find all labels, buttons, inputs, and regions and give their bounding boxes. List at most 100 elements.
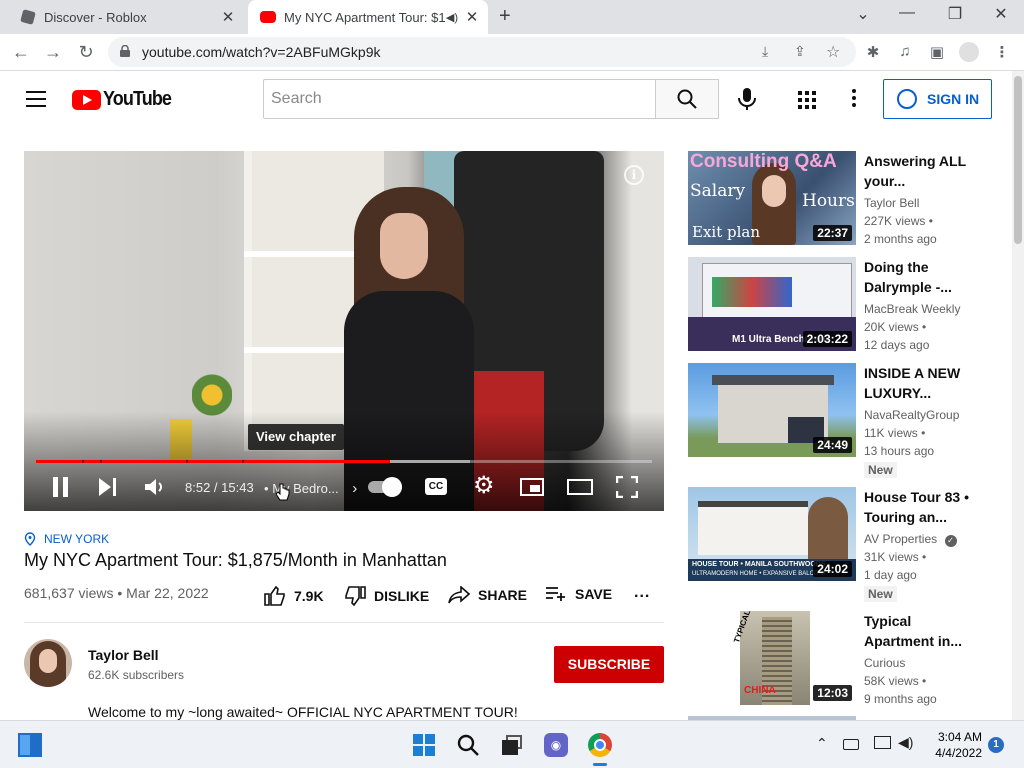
- close-tab-icon[interactable]: ✕: [218, 8, 238, 26]
- close-window-icon[interactable]: ✕: [986, 4, 1016, 24]
- extensions-icon[interactable]: ✱: [864, 43, 882, 61]
- microphone-icon[interactable]: [736, 87, 758, 111]
- recommendation-title[interactable]: Answering ALL your...: [864, 151, 984, 191]
- save-label: SAVE: [575, 586, 613, 602]
- video-duration: 24:49: [813, 437, 852, 453]
- notification-badge[interactable]: 1: [988, 737, 1004, 753]
- forward-icon[interactable]: →: [42, 42, 64, 63]
- browser-tab-strip: Discover - Roblox ✕ My NYC Apartment Tou…: [0, 0, 1024, 34]
- recommendation-item[interactable]: 24:49 INSIDE A NEW LUXURY... NavaRealtyG…: [688, 363, 1004, 478]
- chrome-center-icon: [594, 739, 606, 751]
- system-clock[interactable]: 3:04 AM 4/4/2022: [922, 729, 982, 761]
- close-tab-icon[interactable]: ✕: [462, 8, 482, 26]
- side-panel-icon[interactable]: ▣: [928, 43, 946, 61]
- address-bar[interactable]: youtube.com/watch?v=2ABFuMGkp9k ⤓ ⇪ ☆: [108, 37, 856, 67]
- video-thumbnail[interactable]: Consulting Q&A Salary Hours Exit plan 22…: [688, 151, 856, 245]
- video-thumbnail[interactable]: M1 Ultra Benchmark 2:03:22: [688, 257, 856, 351]
- share-icon[interactable]: ⇪: [794, 43, 806, 60]
- recommendation-age: 12 days ago: [864, 338, 930, 352]
- chrome-menu-icon[interactable]: ⋮: [993, 43, 1011, 61]
- reload-icon[interactable]: ↻: [75, 42, 97, 63]
- fullscreen-icon[interactable]: [616, 476, 638, 498]
- sign-in-button[interactable]: SIGN IN: [883, 79, 992, 119]
- scrollbar-thumb[interactable]: [1014, 76, 1022, 244]
- youtube-logo[interactable]: YouTube: [72, 88, 179, 111]
- thumbnail-text: HOUSE TOUR • MANILA SOUTHWOODS: [692, 561, 826, 568]
- thumbs-down-icon: [345, 586, 366, 606]
- recommendation-title[interactable]: Typical Apartment in...: [864, 611, 984, 651]
- recommendation-title[interactable]: House Tour 83 • Touring an...: [864, 487, 984, 527]
- widgets-icon[interactable]: [18, 733, 42, 757]
- apps-grid-icon[interactable]: [798, 91, 816, 109]
- recommendation-item[interactable]: Consulting Q&A Salary Hours Exit plan 22…: [688, 151, 1004, 246]
- install-app-icon[interactable]: ⤓: [762, 43, 768, 60]
- roblox-favicon-icon: [20, 9, 36, 25]
- recommendation-title[interactable]: Doing the Dalrymple -...: [864, 257, 984, 297]
- search-icon[interactable]: [456, 733, 480, 757]
- hamburger-menu-icon[interactable]: [26, 91, 46, 107]
- progress-bar[interactable]: [36, 460, 652, 463]
- channel-avatar[interactable]: [24, 639, 72, 687]
- show-hidden-icons-chevron-icon[interactable]: ⌃: [816, 735, 828, 752]
- minimize-icon[interactable]: —: [892, 4, 922, 22]
- youtube-favicon-icon: [260, 11, 276, 23]
- search-button[interactable]: [655, 79, 719, 119]
- search-icon: [677, 89, 697, 109]
- like-button[interactable]: 7.9K: [264, 586, 324, 606]
- next-icon[interactable]: [98, 478, 118, 496]
- windows-start-icon[interactable]: [412, 733, 436, 757]
- video-thumbnail[interactable]: HOUSE TOUR • MANILA SOUTHWOODS ULTRAMODE…: [688, 487, 856, 581]
- volume-icon[interactable]: [144, 477, 166, 497]
- video-thumbnail[interactable]: 24:49: [688, 363, 856, 457]
- save-button[interactable]: SAVE: [545, 586, 612, 602]
- location-link[interactable]: NEW YORK: [24, 532, 109, 546]
- info-icon[interactable]: i: [624, 165, 644, 185]
- theater-mode-icon[interactable]: [567, 479, 593, 495]
- new-tab-button[interactable]: +: [499, 5, 511, 28]
- video-duration: 22:37: [813, 225, 852, 241]
- keyboard-icon[interactable]: [843, 739, 859, 750]
- channel-name[interactable]: Taylor Bell: [88, 647, 159, 663]
- video-thumbnail[interactable]: TYPICAL APARTMENT IN CHINA 12:03: [688, 611, 856, 705]
- tab-youtube[interactable]: My NYC Apartment Tour: $1 ◀) ✕: [248, 0, 488, 34]
- pause-icon[interactable]: [52, 477, 70, 497]
- share-button[interactable]: SHARE: [448, 586, 527, 604]
- miniplayer-icon[interactable]: [520, 478, 544, 496]
- media-control-icon[interactable]: ♫: [896, 43, 914, 61]
- new-badge: New: [864, 586, 897, 602]
- speaker-icon[interactable]: ◀): [898, 734, 913, 751]
- dislike-button[interactable]: DISLIKE: [344, 586, 429, 606]
- settings-gear-icon[interactable]: ⚙: [473, 471, 495, 500]
- task-view-icon[interactable]: [500, 733, 524, 757]
- recommendation-item[interactable]: TYPICAL APARTMENT IN CHINA 12:03 Typical…: [688, 611, 1004, 706]
- subscribe-button[interactable]: SUBSCRIBE: [554, 646, 664, 683]
- cursor-pointer-icon: [276, 483, 290, 501]
- task-view-front-icon: [502, 740, 518, 755]
- profile-avatar-icon[interactable]: [959, 42, 979, 62]
- recommendation-channel: Curious: [864, 656, 906, 670]
- restore-icon[interactable]: ❐: [940, 4, 970, 24]
- recommendation-title[interactable]: INSIDE A NEW LUXURY...: [864, 363, 984, 403]
- more-actions-button[interactable]: ...: [634, 584, 650, 602]
- search-input[interactable]: Search: [263, 79, 656, 119]
- recommendation-item[interactable]: HOUSE TOUR • MANILA SOUTHWOODS ULTRAMODE…: [688, 487, 1004, 602]
- autoplay-toggle[interactable]: [368, 477, 402, 497]
- network-icon[interactable]: [874, 736, 891, 749]
- tab-roblox[interactable]: Discover - Roblox ✕: [8, 0, 244, 34]
- recommendation-item[interactable]: M1 Ultra Benchmark 2:03:22 Doing the Dal…: [688, 257, 1004, 352]
- captions-icon[interactable]: CC: [425, 478, 447, 495]
- bookmark-star-icon[interactable]: ☆: [826, 42, 840, 62]
- teams-chat-icon[interactable]: ◉: [544, 733, 568, 757]
- settings-dots-icon[interactable]: [848, 89, 860, 109]
- audio-playing-icon[interactable]: ◀): [446, 11, 458, 24]
- video-duration: 12:03: [813, 685, 852, 701]
- chapter-marker: [186, 460, 188, 463]
- recommendation-age: 9 months ago: [864, 692, 937, 706]
- video-player[interactable]: i View chapter 8:52 / 15:43 • My Bedro..…: [24, 151, 664, 511]
- tab-search-chevron-icon[interactable]: ⌄: [848, 4, 878, 24]
- chrome-taskbar-icon[interactable]: [588, 733, 612, 757]
- thumbnail-text: ULTRAMODERN HOME • EXPANSIVE BALCONY: [692, 571, 827, 577]
- recommendation-views: 227K views •: [864, 214, 933, 228]
- back-icon[interactable]: ←: [10, 42, 32, 63]
- recommendation-age: 2 months ago: [864, 232, 937, 246]
